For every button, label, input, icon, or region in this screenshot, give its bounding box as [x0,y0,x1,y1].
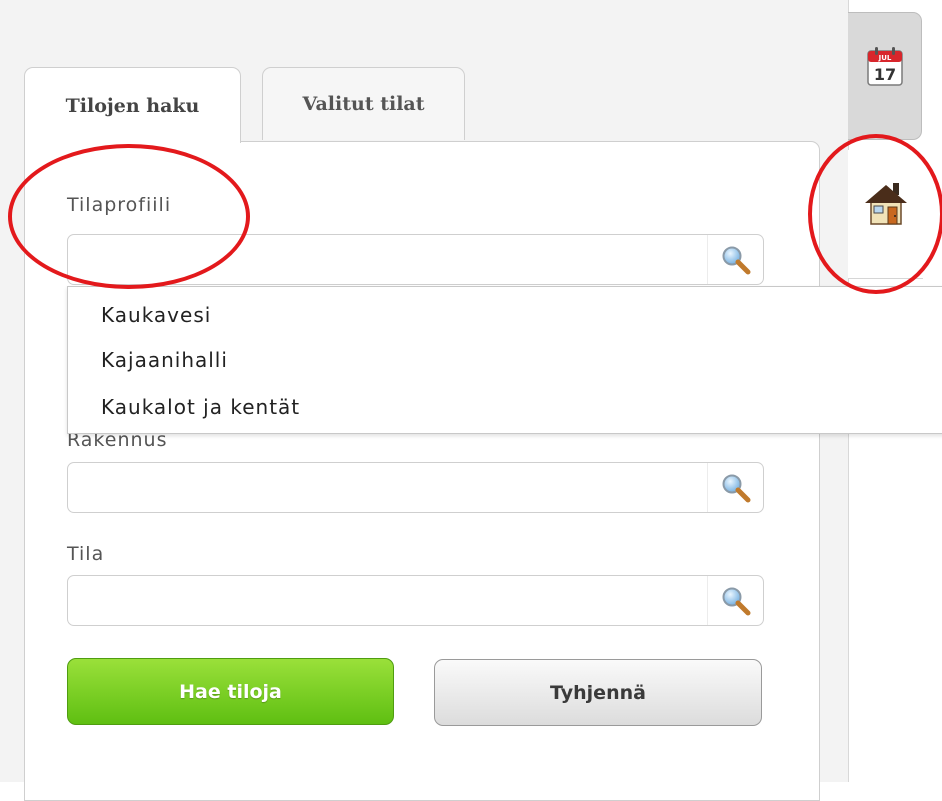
building-search-button[interactable] [707,463,763,512]
building-field[interactable] [67,462,764,513]
suggestion-item[interactable]: Kaukavesi [101,303,211,327]
building-input[interactable] [74,469,698,507]
clear-button[interactable]: Tyhjennä [434,659,762,726]
space-field[interactable] [67,575,764,626]
spaces-tab[interactable] [848,150,922,278]
magnifier-icon [722,246,750,274]
space-label: Tila [67,543,105,565]
tab-selected[interactable]: Valitut tilat [262,67,465,140]
tab-search-label: Tilojen haku [65,94,200,117]
suggestion-item[interactable]: Kaukalot ja kentät [101,395,300,419]
suggestion-item[interactable]: Kajaanihalli [101,348,228,372]
profile-label: Tilaprofiili [67,194,172,216]
profile-field[interactable] [67,234,764,285]
side-tab-divider [849,278,923,279]
search-spaces-button[interactable]: Hae tiloja [67,658,394,725]
calendar-day: 17 [874,65,896,84]
profile-input[interactable] [74,241,698,279]
clear-label: Tyhjennä [550,681,646,704]
search-spaces-label: Hae tiloja [179,680,282,703]
magnifier-icon [722,587,750,615]
magnifier-icon [722,474,750,502]
space-search-button[interactable] [707,576,763,625]
calendar-month: JUL [878,54,892,62]
tab-search[interactable]: Tilojen haku [24,67,241,143]
calendar-tab[interactable]: JUL 17 [848,12,922,140]
profile-suggestions: Kaukavesi Kajaanihalli Kaukalot ja kentä… [67,286,942,434]
house-icon [865,183,907,225]
space-input[interactable] [74,582,698,620]
tab-selected-label: Valitut tilat [302,93,425,115]
calendar-icon: JUL 17 [867,47,903,86]
profile-search-button[interactable] [707,235,763,284]
